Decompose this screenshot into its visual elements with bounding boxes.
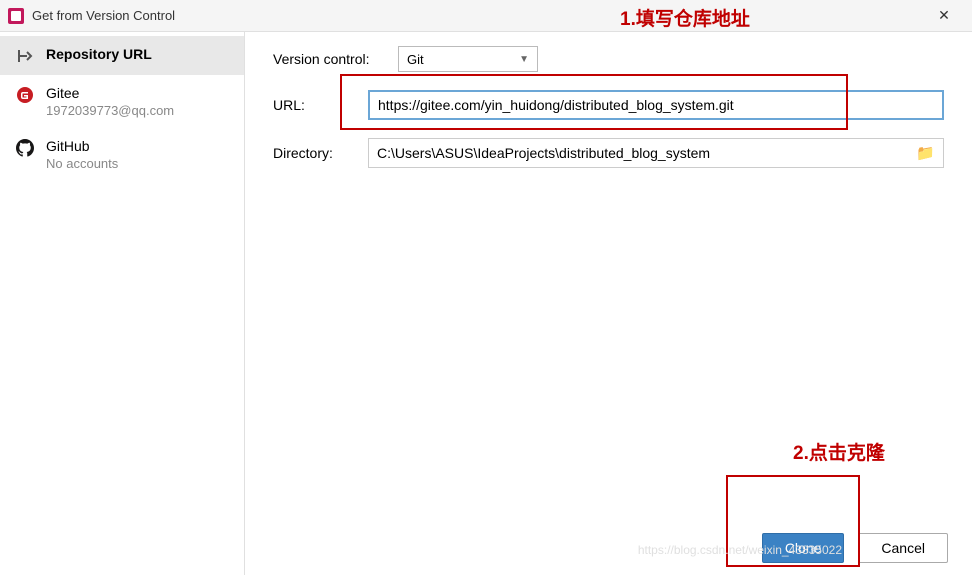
close-button[interactable]: ✕	[924, 2, 964, 30]
version-control-row: Version control: Git ▼	[273, 46, 944, 72]
chevron-down-icon: ▼	[519, 54, 529, 65]
dir-value: C:\Users\ASUS\IdeaProjects\distributed_b…	[377, 145, 710, 161]
content-area: Repository URL Gitee 1972039773@qq.com G…	[0, 32, 972, 575]
vc-value: Git	[407, 52, 424, 67]
directory-row: Directory: C:\Users\ASUS\IdeaProjects\di…	[273, 138, 944, 168]
repo-url-icon	[16, 47, 34, 65]
vc-label: Version control:	[273, 51, 388, 67]
cancel-button[interactable]: Cancel	[858, 533, 948, 563]
sidebar-item-label: Gitee	[46, 85, 174, 101]
sidebar-item-repository-url[interactable]: Repository URL	[0, 36, 244, 75]
sidebar-item-label: GitHub	[46, 138, 118, 154]
directory-input[interactable]: C:\Users\ASUS\IdeaProjects\distributed_b…	[368, 138, 944, 168]
titlebar: Get from Version Control ✕	[0, 0, 972, 32]
sidebar-item-gitee[interactable]: Gitee 1972039773@qq.com	[0, 75, 244, 128]
folder-icon[interactable]: 📁	[916, 144, 935, 162]
sidebar-item-sub: 1972039773@qq.com	[46, 103, 174, 118]
gitee-icon	[16, 86, 34, 104]
sidebar-item-label: Repository URL	[46, 46, 152, 62]
url-label: URL:	[273, 97, 358, 113]
window-title: Get from Version Control	[32, 8, 924, 23]
sidebar: Repository URL Gitee 1972039773@qq.com G…	[0, 32, 245, 575]
main-panel: Version control: Git ▼ URL: Directory: C…	[245, 32, 972, 575]
url-input[interactable]	[368, 90, 944, 120]
clone-button[interactable]: Clone	[762, 533, 845, 563]
github-icon	[16, 139, 34, 157]
dir-label: Directory:	[273, 145, 358, 161]
app-icon	[8, 8, 24, 24]
version-control-select[interactable]: Git ▼	[398, 46, 538, 72]
sidebar-item-github[interactable]: GitHub No accounts	[0, 128, 244, 181]
sidebar-item-sub: No accounts	[46, 156, 118, 171]
button-bar: Clone Cancel	[762, 533, 948, 563]
url-row: URL:	[273, 90, 944, 120]
